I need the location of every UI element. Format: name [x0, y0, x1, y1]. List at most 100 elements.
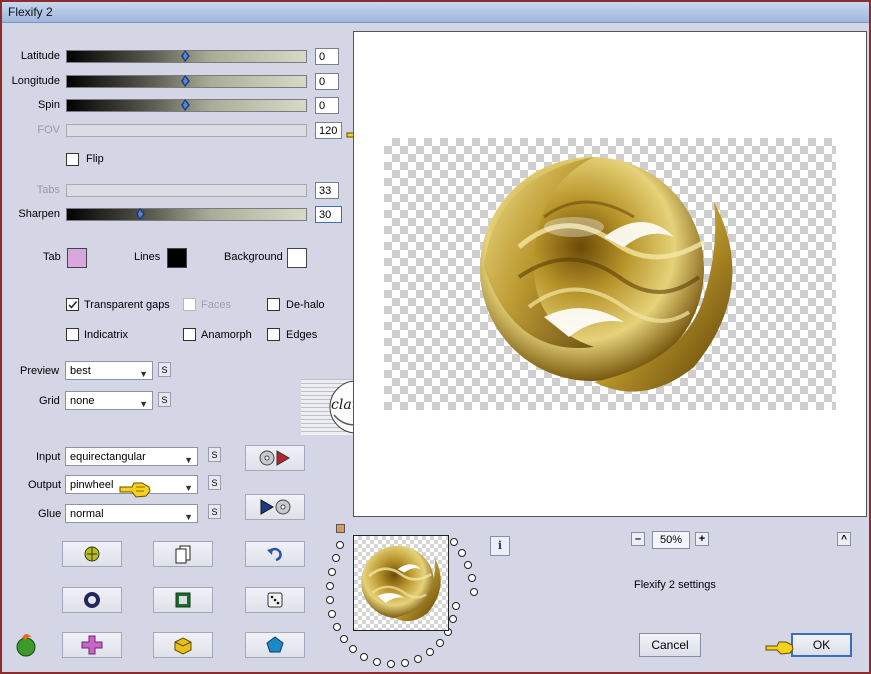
tabs-label: Tabs [36, 184, 60, 196]
de-halo-checkbox[interactable] [267, 298, 280, 311]
tabs-value[interactable]: 33 [315, 182, 339, 199]
background-color-swatch[interactable] [287, 248, 307, 268]
ok-button[interactable]: OK [791, 633, 852, 657]
spin-slider[interactable] [66, 99, 307, 112]
longitude-slider[interactable] [66, 75, 307, 88]
fov-slider [66, 124, 307, 137]
input-s-button[interactable]: S [208, 447, 221, 462]
output-s-button[interactable]: S [208, 475, 221, 490]
output-label: Output [28, 479, 62, 491]
square-frame-icon [175, 592, 191, 608]
transparent-gaps-checkbox[interactable] [66, 298, 79, 311]
cross-shape-button[interactable] [62, 632, 122, 658]
sharpen-value[interactable]: 30 [315, 206, 342, 223]
preview-canvas[interactable] [353, 31, 867, 517]
latitude-label: Latitude [20, 50, 60, 62]
cube-icon [174, 637, 192, 655]
sharpen-slider-thumb[interactable] [136, 208, 145, 220]
sharpen-slider[interactable] [66, 208, 307, 221]
copy-icon [175, 545, 191, 564]
chevron-down-icon: ▼ [184, 455, 193, 465]
input-label: Input [36, 451, 61, 463]
indicatrix-checkbox[interactable] [66, 328, 79, 341]
grid-s-button[interactable]: S [158, 392, 171, 407]
edges-checkbox[interactable] [267, 328, 280, 341]
cross-icon [81, 635, 103, 655]
ring-shape-button[interactable] [62, 587, 122, 613]
zoom-in-button[interactable]: + [695, 532, 709, 546]
sharpen-label: Sharpen [18, 208, 60, 220]
input-select[interactable]: equirectangular ▼ [65, 447, 198, 466]
chevron-down-icon: ▼ [139, 369, 148, 379]
scroll-up-button[interactable]: ^ [837, 532, 851, 546]
grid-select-value: none [70, 395, 95, 407]
transparent-gaps-label: Transparent gaps [84, 299, 170, 311]
info-icon[interactable]: i [490, 536, 510, 556]
longitude-value[interactable]: 0 [315, 73, 339, 90]
flip-checkbox[interactable] [66, 153, 79, 166]
pointing-hand-icon [119, 482, 151, 498]
flaming-pear-logo-icon [16, 634, 36, 657]
zoom-level: 50% [652, 531, 690, 549]
input-image-button[interactable] [245, 445, 305, 471]
fov-value[interactable]: 120 [315, 122, 342, 139]
longitude-label: Longitude [11, 75, 60, 87]
ring-icon [84, 592, 100, 608]
dice-icon [267, 592, 283, 608]
spin-slider-thumb[interactable] [181, 99, 190, 111]
window-title: Flexify 2 [8, 5, 53, 19]
preview-label: Preview [20, 365, 60, 377]
chevron-down-icon: ▼ [139, 399, 148, 409]
glue-select-value: normal [70, 508, 104, 520]
glue-label: Glue [38, 508, 62, 520]
grid-label: Grid [39, 395, 60, 407]
faces-label: Faces [201, 299, 231, 311]
dice-button[interactable] [245, 587, 305, 613]
anamorph-label: Anamorph [201, 329, 252, 341]
longitude-slider-thumb[interactable] [181, 75, 190, 87]
indicatrix-label: Indicatrix [84, 329, 129, 341]
flexify-dialog: Flexify 2 Latitude 0 Longitude 0 Spin 0 … [0, 0, 871, 674]
de-halo-label: De-halo [286, 299, 325, 311]
play-disc-icon [260, 499, 291, 515]
undo-button[interactable] [245, 541, 305, 567]
latitude-slider-thumb[interactable] [181, 50, 190, 62]
grid-select[interactable]: none ▼ [65, 391, 153, 410]
glue-select[interactable]: normal ▼ [65, 504, 198, 523]
tab-color-swatch[interactable] [67, 248, 87, 268]
input-select-value: equirectangular [70, 451, 146, 463]
randomize-button[interactable] [62, 541, 122, 567]
latitude-slider[interactable] [66, 50, 307, 63]
zoom-out-button[interactable]: – [631, 532, 645, 546]
glue-s-button[interactable]: S [208, 504, 221, 519]
output-image-button[interactable] [245, 494, 305, 520]
pinwheel-preview-image [480, 157, 733, 392]
lines-color-label: Lines [134, 251, 161, 263]
preview-select-value: best [70, 365, 91, 377]
pentagon-icon [266, 636, 284, 653]
copy-button[interactable] [153, 541, 213, 567]
preview-select[interactable]: best ▼ [65, 361, 153, 380]
output-select-value: pinwheel [70, 479, 114, 491]
anamorph-checkbox[interactable] [183, 328, 196, 341]
pentagon-shape-button[interactable] [245, 632, 305, 658]
fov-label: FOV [37, 124, 60, 136]
chevron-down-icon: ▼ [184, 483, 193, 493]
edges-label: Edges [286, 329, 318, 341]
faces-checkbox [183, 298, 196, 311]
background-color-label: Background [224, 251, 283, 263]
lines-color-swatch[interactable] [167, 248, 187, 268]
navigator-thumbnail[interactable] [353, 535, 449, 631]
spin-value[interactable]: 0 [315, 97, 339, 114]
latitude-value[interactable]: 0 [315, 48, 339, 65]
spin-label: Spin [37, 99, 60, 111]
cube-shape-button[interactable] [153, 632, 213, 658]
tab-color-label: Tab [43, 251, 61, 263]
flip-label: Flip [86, 153, 104, 165]
cancel-button[interactable]: Cancel [639, 633, 701, 657]
square-shape-button[interactable] [153, 587, 213, 613]
settings-name: Flexify 2 settings [634, 579, 716, 591]
undo-icon [267, 547, 282, 562]
title-bar: Flexify 2 [2, 2, 869, 23]
preview-s-button[interactable]: S [158, 362, 171, 377]
